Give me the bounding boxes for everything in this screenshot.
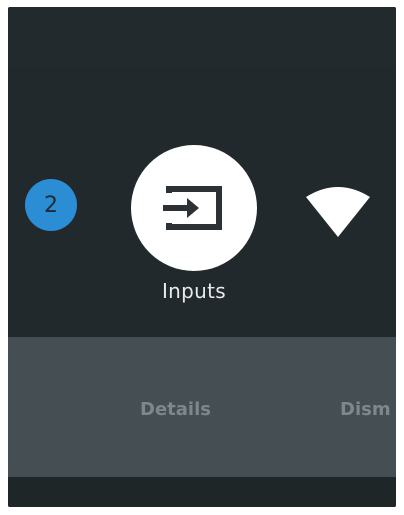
dismiss-button[interactable]: Dism (340, 399, 391, 420)
notification-count-badge[interactable]: 2 (25, 179, 77, 231)
inputs-tile-label: Inputs (161, 279, 226, 303)
badge-count: 2 (44, 192, 58, 218)
tv-quick-panel: 2 Inputs Details Dism (8, 7, 396, 507)
bottom-strip (8, 477, 396, 507)
details-button[interactable]: Details (140, 399, 211, 420)
inputs-tile-button[interactable] (131, 145, 257, 271)
wifi-icon[interactable] (304, 183, 372, 239)
top-strip (8, 7, 396, 67)
input-source-icon (163, 186, 222, 230)
